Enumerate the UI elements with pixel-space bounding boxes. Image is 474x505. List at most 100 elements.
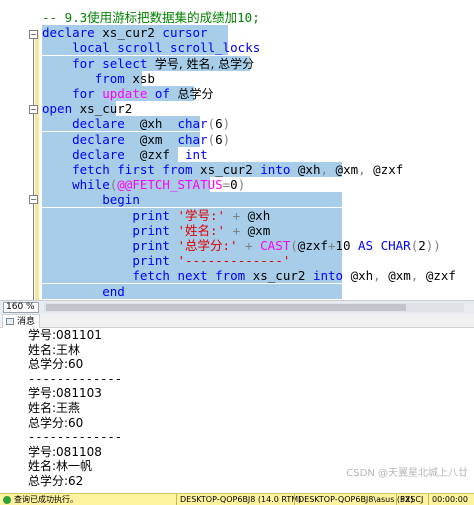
code-token: 学号, 姓名, 总学分 (154, 56, 255, 71)
code-text: declare @xh char(6) (42, 116, 230, 131)
code-token: from (94, 70, 125, 86)
code-token: + (232, 222, 241, 238)
message-line: 总学分:60 (28, 415, 84, 430)
code-token: ( (207, 131, 216, 147)
code-token: , (358, 162, 366, 177)
code-text: open xs_cur2 (42, 101, 132, 116)
code-token: @zxf (297, 238, 328, 253)
code-line[interactable]: -- 9.3使用游标把数据集的成绩加10; (42, 10, 260, 25)
code-token: char (177, 131, 208, 147)
code-token: '姓名:' (177, 222, 226, 238)
code-line[interactable]: declare @xm char(6) (42, 131, 231, 147)
code-line[interactable]: open xs_cur2 (42, 101, 132, 117)
code-line[interactable]: begin (42, 192, 342, 208)
divider (294, 494, 295, 505)
code-line[interactable]: print '学号:' + @xh (42, 207, 342, 223)
success-icon (3, 496, 11, 504)
code-token: @xm (240, 222, 271, 238)
code-text: begin (42, 192, 140, 207)
code-line[interactable]: print '姓名:' + @xm (42, 222, 342, 238)
code-line[interactable]: for update of 总学分 (42, 86, 214, 101)
code-text: -- 9.3使用游标把数据集的成绩加10; (42, 10, 260, 25)
code-token: @zxf (124, 146, 186, 162)
code-line[interactable]: end (42, 283, 342, 299)
code-token: 10 (335, 238, 359, 253)
scrollbar-thumb[interactable] (46, 304, 406, 311)
code-token: @xm (124, 131, 178, 147)
collapse-icon[interactable]: − (29, 30, 38, 39)
divider (396, 494, 397, 505)
code-text: from xsb (42, 71, 155, 86)
code-token: into (312, 268, 344, 284)
code-token: declare (72, 131, 125, 147)
code-token: begin (102, 192, 140, 208)
code-token: for (72, 86, 103, 101)
code-token: @zxf (365, 162, 404, 177)
code-token: 6 (215, 116, 223, 132)
message-line: 姓名:王林 (28, 342, 81, 357)
divider (428, 494, 429, 505)
code-text: while(@@FETCH_STATUS=0) (42, 177, 245, 192)
code-text: print '姓名:' + @xm (42, 223, 270, 238)
tab-messages-label: 消息 (17, 317, 36, 327)
code-line[interactable]: fetch first from xs_cur2 into @xh, @xm, … (42, 162, 403, 177)
message-line: 姓名:王燕 (28, 401, 81, 415)
code-token: print (132, 222, 170, 238)
code-token: '学号:' (177, 207, 226, 223)
code-line[interactable]: print '-------------' (42, 253, 342, 269)
code-token: , (320, 162, 329, 177)
collapse-icon[interactable]: − (29, 105, 38, 114)
code-token: into (260, 162, 291, 177)
tab-messages[interactable]: 消息 (2, 314, 41, 328)
code-token: @xh (240, 207, 271, 223)
code-text: declare xs_cur2 cursor (42, 25, 208, 40)
code-token: , (373, 268, 381, 284)
code-token: CAST (260, 238, 291, 253)
code-token: ) (222, 116, 231, 132)
code-token: int (185, 146, 208, 162)
collapse-icon[interactable]: − (29, 195, 38, 204)
code-token: xs_cur2 (192, 162, 261, 177)
messages-pane[interactable]: 学号:081101 姓名:王林 总学分:60 ------------- 学号:0811… (0, 328, 474, 493)
code-token: cursor (162, 25, 208, 41)
code-line[interactable]: declare @xh char(6) (42, 116, 230, 132)
code-line[interactable]: fetch next from xs_cur2 into @xh, @xm, @… (42, 268, 456, 284)
code-token: while (72, 177, 110, 193)
code-token: '总学分:' (177, 238, 238, 253)
message-line: 姓名:林一帆 (28, 459, 93, 474)
code-token: xs_cur2 (72, 101, 133, 117)
query-editor[interactable]: − − − -- 9.3使用游标把数据集的成绩加10; declare xs_cu… (0, 0, 474, 300)
code-token: xsb (124, 70, 155, 86)
code-line[interactable]: declare xs_cur2 cursor (42, 25, 228, 41)
code-token: xs_cur2 (245, 268, 313, 284)
code-line[interactable]: print '总学分:' + CAST(@zxf+10 AS CHAR(2)) (42, 238, 441, 253)
code-line[interactable]: local scroll scroll_locks (42, 40, 261, 56)
code-line[interactable]: for select 学号, 姓名, 总学分 (42, 55, 255, 71)
code-token: print (132, 253, 170, 269)
code-line[interactable]: from xsb (42, 70, 155, 86)
code-token: @xm (380, 268, 411, 284)
code-token: declare (72, 146, 125, 162)
message-line: 总学分:62 (28, 474, 84, 488)
code-token: char (177, 116, 208, 132)
code-token: AS CHAR (358, 238, 411, 253)
code-token: ) (222, 131, 231, 147)
divider (176, 494, 177, 505)
status-time: 00:00:00 (432, 495, 468, 504)
code-text: fetch next from xs_cur2 into @xh, @xm, @… (42, 268, 456, 283)
code-line[interactable]: while(@@FETCH_STATUS=0) (42, 177, 245, 193)
watermark: CSDN @天翼星北城上八廿 (346, 468, 468, 479)
code-token: '-------------' (177, 253, 291, 269)
code-token: local scroll scroll_locks (72, 40, 261, 56)
code-token: @xh (290, 162, 321, 177)
zoom-select[interactable]: 160 % (3, 302, 39, 313)
code-token: + (232, 207, 241, 223)
code-line[interactable]: declare @zxf int (42, 146, 208, 162)
outline-line (33, 118, 34, 300)
message-line: 总学分:60 (28, 357, 84, 372)
status-database: PXSCJ (400, 495, 424, 504)
code-token: 0 (230, 177, 238, 193)
editor-zoom-bar: 160 % (0, 300, 474, 314)
